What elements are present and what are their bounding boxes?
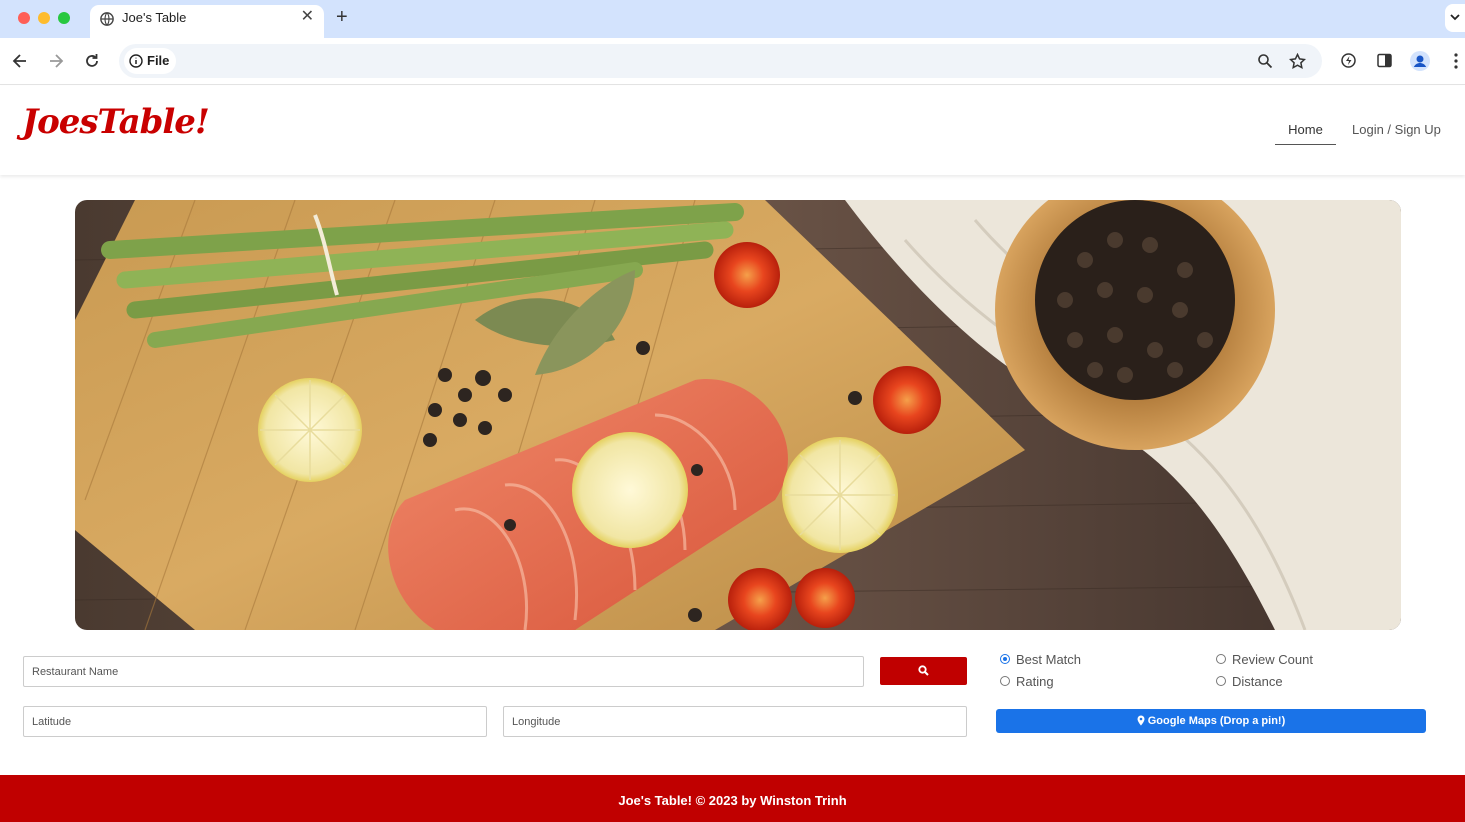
nav-home-link[interactable]: Home — [1275, 113, 1336, 145]
window-zoom-button[interactable] — [58, 12, 70, 24]
map-pin-icon — [1137, 715, 1145, 726]
profile-avatar-icon[interactable] — [1410, 51, 1430, 71]
site-header: JoesTable! Home Login / Sign Up — [0, 86, 1465, 175]
window-close-button[interactable] — [18, 12, 30, 24]
latitude-input[interactable] — [23, 706, 487, 737]
hero-food-image — [75, 200, 1401, 630]
radio-indicator[interactable] — [1216, 676, 1226, 686]
radio-indicator[interactable] — [1216, 654, 1226, 664]
side-panel-icon[interactable] — [1376, 52, 1393, 69]
radio-label: Review Count — [1232, 652, 1313, 667]
browser-toolbar: File — [0, 38, 1465, 85]
google-maps-button-label: Google Maps (Drop a pin!) — [1147, 715, 1286, 727]
forward-arrow-icon[interactable] — [46, 51, 66, 71]
back-arrow-icon[interactable] — [10, 51, 30, 71]
site-info-chip[interactable]: File — [124, 48, 176, 74]
restaurant-name-input[interactable] — [23, 656, 864, 687]
browser-menu-icon[interactable] — [1451, 52, 1461, 70]
search-icon — [918, 665, 929, 676]
address-bar[interactable]: File — [119, 44, 1322, 78]
browser-tab-strip: Joe's Table ✕ + — [0, 0, 1465, 38]
nav-login-signup-link[interactable]: Login / Sign Up — [1352, 122, 1441, 137]
extensions-icon[interactable] — [1340, 52, 1357, 69]
google-maps-button[interactable]: Google Maps (Drop a pin!) — [996, 709, 1426, 733]
radio-label: Distance — [1232, 674, 1283, 689]
close-tab-icon[interactable]: ✕ — [301, 9, 314, 25]
radio-label: Rating — [1016, 674, 1054, 689]
window-minimize-button[interactable] — [38, 12, 50, 24]
address-chip-label: File — [147, 53, 170, 68]
globe-icon — [100, 12, 114, 26]
tab-title: Joe's Table — [122, 10, 187, 25]
tab-search-button[interactable] — [1445, 4, 1465, 32]
bookmark-star-icon[interactable] — [1289, 53, 1306, 70]
site-logo[interactable]: JoesTable! — [22, 102, 210, 142]
info-icon — [129, 54, 143, 68]
radio-selected-indicator[interactable] — [1000, 654, 1010, 664]
browser-tab[interactable]: Joe's Table ✕ — [90, 5, 324, 38]
site-footer: Joe's Table! © 2023 by Winston Trinh — [0, 775, 1465, 822]
radio-label: Best Match — [1016, 652, 1082, 667]
zoom-icon[interactable] — [1257, 53, 1273, 69]
reload-icon[interactable] — [82, 51, 102, 71]
new-tab-icon[interactable]: + — [336, 6, 348, 28]
chevron-down-icon — [1450, 14, 1460, 21]
search-button[interactable] — [880, 657, 967, 685]
longitude-input[interactable] — [503, 706, 967, 737]
footer-copyright: Joe's Table! © 2023 by Winston Trinh — [618, 793, 847, 808]
radio-indicator[interactable] — [1000, 676, 1010, 686]
